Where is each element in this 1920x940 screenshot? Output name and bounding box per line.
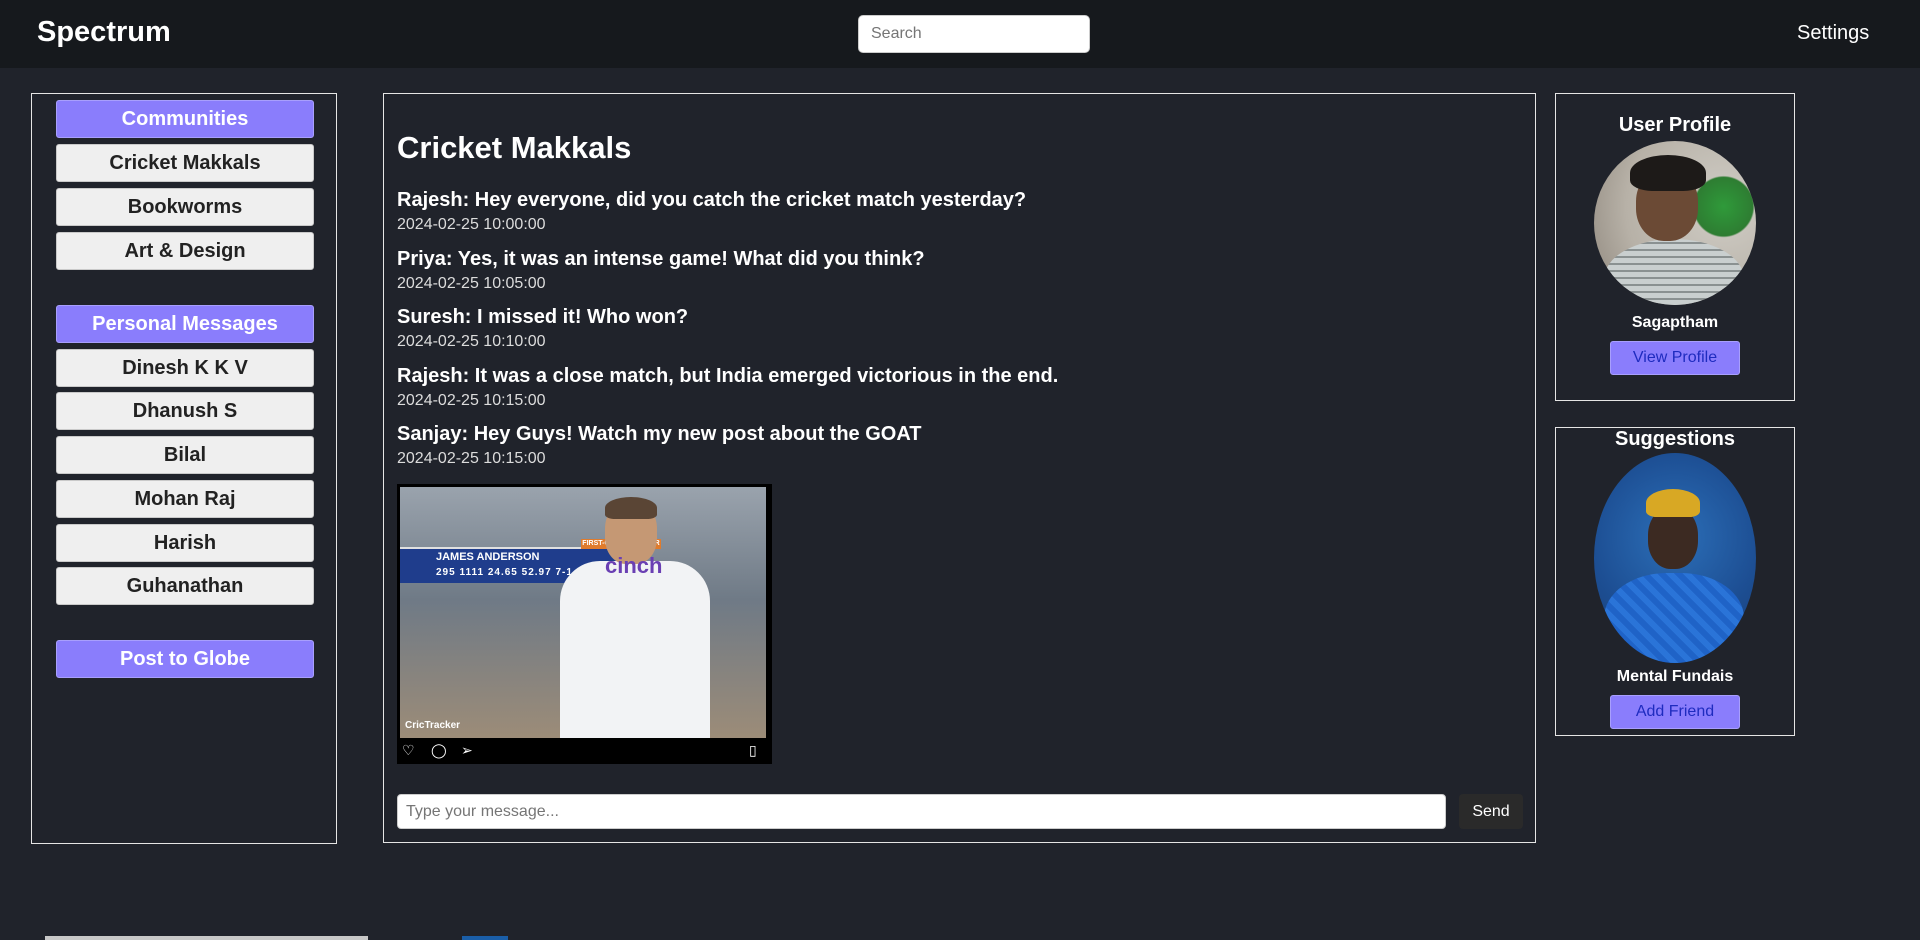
- avatar-shirt: [1604, 239, 1744, 305]
- suggestion-name: Mental Fundais: [1616, 668, 1734, 685]
- contact-item[interactable]: Bilal: [56, 436, 314, 474]
- suggestions-title: Suggestions: [1614, 428, 1735, 450]
- avatar-sweater: [1604, 573, 1744, 663]
- message-text: Suresh: I missed it! Who won?: [397, 306, 689, 328]
- player-hair: [605, 497, 657, 519]
- view-profile-button[interactable]: View Profile: [1610, 341, 1740, 375]
- message-timestamp: 2024-02-25 10:15:00: [397, 450, 546, 467]
- profile-name: Sagaptham: [1631, 314, 1719, 331]
- avatar-hair: [1646, 489, 1700, 517]
- avatar-hair: [1630, 155, 1706, 191]
- chat-title: Cricket Makkals: [397, 130, 632, 165]
- top-bar: Spectrum Settings: [0, 0, 1920, 68]
- jersey-logo: cinch: [605, 553, 663, 578]
- footer-divider: [462, 936, 508, 940]
- watermark-logo: CricTracker: [405, 720, 461, 731]
- chat-message: Priya: Yes, it was an intense game! What…: [397, 248, 925, 293]
- community-item[interactable]: Cricket Makkals: [56, 144, 314, 182]
- player-jersey: [560, 561, 710, 738]
- avatar: [1594, 453, 1756, 663]
- footer-divider: [45, 936, 368, 940]
- add-friend-button[interactable]: Add Friend: [1610, 695, 1740, 729]
- message-timestamp: 2024-02-25 10:05:00: [397, 275, 546, 292]
- contact-item[interactable]: Dhanush S: [56, 392, 314, 430]
- sidebar: Communities Cricket Makkals Bookworms Ar…: [31, 93, 337, 844]
- avatar: [1594, 141, 1756, 305]
- chat-message: Suresh: I missed it! Who won? 2024-02-25…: [397, 306, 688, 351]
- contact-item[interactable]: Harish: [56, 524, 314, 562]
- message-text: Sanjay: Hey Guys! Watch my new post abou…: [397, 423, 922, 445]
- post-photo: JAMES ANDERSON 295 1111 24.65 52.97 7-1 …: [400, 487, 766, 738]
- suggestions-card: Suggestions Mental Fundais Add Friend: [1555, 427, 1795, 736]
- chat-message: Rajesh: Hey everyone, did you catch the …: [397, 189, 1026, 234]
- send-button[interactable]: Send: [1459, 794, 1523, 829]
- bookmark-icon[interactable]: ▯: [749, 742, 757, 759]
- app-title[interactable]: Spectrum: [37, 16, 171, 49]
- comment-icon[interactable]: ◯: [431, 742, 447, 759]
- settings-link[interactable]: Settings: [1797, 22, 1869, 45]
- message-text: Priya: Yes, it was an intense game! What…: [397, 248, 925, 270]
- post-to-globe-button[interactable]: Post to Globe: [56, 640, 314, 678]
- shared-post-image[interactable]: JAMES ANDERSON 295 1111 24.65 52.97 7-1 …: [397, 484, 772, 764]
- message-text: Rajesh: Hey everyone, did you catch the …: [397, 189, 1027, 211]
- profile-title: User Profile: [1618, 114, 1732, 136]
- contact-item[interactable]: Dinesh K K V: [56, 349, 314, 387]
- message-timestamp: 2024-02-25 10:15:00: [397, 392, 546, 409]
- message-timestamp: 2024-02-25 10:00:00: [397, 216, 546, 233]
- contact-item[interactable]: Mohan Raj: [56, 480, 314, 518]
- heart-icon[interactable]: ♡: [402, 742, 415, 759]
- chat-message: Rajesh: It was a close match, but India …: [397, 365, 1058, 410]
- scoreboard-name: JAMES ANDERSON: [436, 551, 540, 563]
- chat-message: Sanjay: Hey Guys! Watch my new post abou…: [397, 423, 922, 468]
- community-item[interactable]: Art & Design: [56, 232, 314, 270]
- share-icon[interactable]: ➢: [461, 742, 473, 759]
- message-input[interactable]: [397, 794, 1446, 829]
- search-input[interactable]: [858, 15, 1090, 53]
- user-profile-card: User Profile Sagaptham View Profile: [1555, 93, 1795, 401]
- message-timestamp: 2024-02-25 10:10:00: [397, 333, 546, 350]
- message-text: Rajesh: It was a close match, but India …: [397, 365, 1059, 387]
- post-actions: ♡ ◯ ➢ ▯: [397, 740, 772, 764]
- community-item[interactable]: Bookworms: [56, 188, 314, 226]
- chat-panel: Cricket Makkals Rajesh: Hey everyone, di…: [383, 93, 1536, 843]
- contact-item[interactable]: Guhanathan: [56, 567, 314, 605]
- communities-header-button[interactable]: Communities: [56, 100, 314, 138]
- personal-messages-header-button[interactable]: Personal Messages: [56, 305, 314, 343]
- cricketer-figure: cinch: [550, 495, 710, 738]
